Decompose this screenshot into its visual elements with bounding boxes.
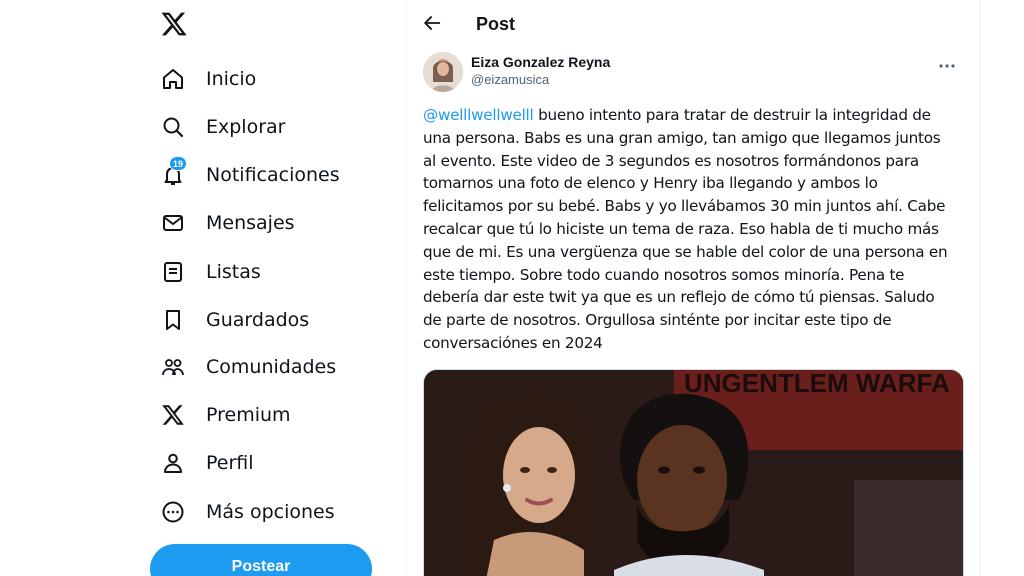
x-logo-icon[interactable] [160,10,190,40]
avatar[interactable] [423,52,463,92]
author-name[interactable]: Eiza Gonzalez Reyna [471,54,610,70]
person-icon [160,450,186,476]
envelope-icon [160,210,186,236]
tweet-text: @welllwellwelll bueno intento para trata… [423,104,953,355]
more-circle-icon [160,499,186,525]
post-button[interactable]: Postear [150,544,372,576]
mention-link[interactable]: @welllwellwelll [423,106,534,124]
sidebar-item-label: Listas [206,261,261,283]
author-handle[interactable]: @eizamusica [471,72,549,87]
sidebar-item-label: Explorar [206,116,286,138]
sidebar-item-guardados[interactable]: Guardados [160,302,309,338]
page-title: Post [476,14,516,34]
search-icon [160,114,186,140]
bell-icon: 19 [160,156,188,188]
notification-badge: 19 [169,156,188,171]
home-icon [160,66,186,92]
sidebar-item-mas-opciones[interactable]: Más opciones [160,494,335,530]
sidebar: Inicio Explorar 19 Notificaciones Mensaj… [150,0,390,576]
sidebar-item-label: Premium [206,404,291,426]
sidebar-item-inicio[interactable]: Inicio [160,61,256,97]
sidebar-item-mensajes[interactable]: Mensajes [160,205,295,241]
bookmark-icon [160,307,186,333]
x-logo-icon [160,402,186,428]
sidebar-item-label: Notificaciones [206,164,340,186]
sidebar-item-label: Mensajes [206,212,295,234]
more-horizontal-icon[interactable] [937,56,957,76]
tweet-body: bueno intento para tratar de destruir la… [423,106,948,352]
people-icon [160,354,186,380]
backdrop-text: UNGENTLEM WARFA [684,370,950,398]
tweet-image[interactable]: UNGENTLEM WARFA [423,369,964,576]
sidebar-item-explorar[interactable]: Explorar [160,109,285,145]
sidebar-item-premium[interactable]: Premium [160,397,291,433]
sidebar-item-label: Inicio [206,68,257,90]
sidebar-item-label: Perfil [206,452,254,474]
sidebar-item-notificaciones[interactable]: 19 Notificaciones [160,156,340,193]
tweet-author: Eiza Gonzalez Reyna @eizamusica [423,52,963,92]
list-icon [160,259,186,285]
post-header: Post [407,0,979,50]
sidebar-item-label: Más opciones [206,501,335,523]
sidebar-item-label: Comunidades [206,356,337,378]
back-arrow-icon[interactable] [421,12,445,36]
sidebar-item-listas[interactable]: Listas [160,254,261,290]
post-detail-column: Post Eiza Gonzalez Reyna @eizamusica @we… [406,0,980,576]
sidebar-item-comunidades[interactable]: Comunidades [160,349,336,385]
sidebar-item-perfil[interactable]: Perfil [160,445,254,481]
sidebar-item-label: Guardados [206,309,310,331]
